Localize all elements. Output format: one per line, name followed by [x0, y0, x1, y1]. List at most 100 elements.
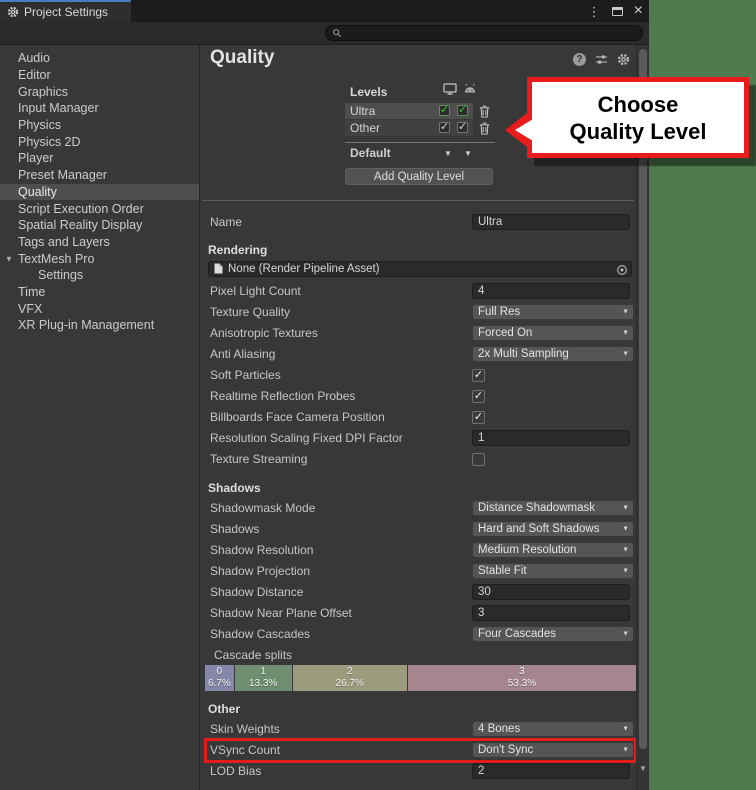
shadowmask-mode-dropdown[interactable]: Distance Shadowmask ▼ [472, 500, 634, 516]
cascade-segment-2[interactable]: 2 26.7% [292, 664, 407, 691]
shadow-distance-field[interactable] [472, 584, 630, 600]
callout-line-2: Quality Level [569, 118, 707, 144]
sidebar-item-player[interactable]: Player [0, 150, 199, 167]
shadow-projection-dropdown[interactable]: Stable Fit ▼ [472, 563, 634, 579]
presets-icon[interactable] [595, 54, 608, 65]
help-icon[interactable]: ? [573, 53, 586, 66]
setting-label: LOD Bias [210, 764, 262, 778]
sidebar-item-graphics[interactable]: Graphics [0, 83, 199, 100]
render-pipeline-object-field[interactable]: None (Render Pipeline Asset) [208, 260, 632, 277]
sidebar-item-script-execution-order[interactable]: Script Execution Order [0, 200, 199, 217]
scroll-down-arrow-icon[interactable]: ▼ [637, 764, 649, 773]
sidebar-item-spatial-reality-display[interactable]: Spatial Reality Display [0, 217, 199, 234]
section-header-shadows: Shadows [208, 480, 261, 495]
android-icon[interactable] [463, 83, 477, 94]
sidebar-item-input-manager[interactable]: Input Manager [0, 100, 199, 117]
shadow-cascades-dropdown[interactable]: Four Cascades ▼ [472, 626, 634, 642]
search-input[interactable] [346, 27, 626, 39]
foldout-icon[interactable]: ▼ [5, 254, 15, 263]
texture-streaming-checkbox[interactable] [472, 452, 485, 466]
dropdown-value: Medium Resolution [478, 544, 577, 556]
settings-sidebar: Audio Editor Graphics Input Manager Phys… [0, 45, 200, 790]
sidebar-item-label: Physics [18, 118, 62, 133]
default-desktop-dropdown[interactable]: ▼ [444, 149, 452, 158]
settings-row-shadow-near-plane-offset: Shadow Near Plane Offset [200, 603, 636, 624]
level-desktop-checkbox[interactable]: ✓ [439, 105, 450, 116]
setting-label: Texture Quality [210, 305, 291, 319]
level-desktop-checkbox[interactable]: ✓ [439, 122, 450, 133]
kebab-menu-icon[interactable]: ⋮ [588, 5, 601, 18]
sidebar-item-label: Audio [18, 51, 50, 66]
desktop-icon[interactable] [443, 83, 457, 95]
section-header-rendering: Rendering [208, 243, 268, 257]
chevron-down-icon: ▼ [622, 308, 629, 316]
tab-project-settings[interactable]: Project Settings [0, 0, 131, 22]
setting-label: Billboards Face Camera Position [210, 410, 385, 424]
sidebar-item-textmesh-pro[interactable]: ▼ TextMesh Pro [0, 250, 199, 267]
sidebar-item-physics-2d[interactable]: Physics 2D [0, 133, 199, 150]
sidebar-item-editor[interactable]: Editor [0, 67, 199, 84]
settings-row-shadows: Shadows Hard and Soft Shadows ▼ [200, 519, 636, 540]
shadow-resolution-dropdown[interactable]: Medium Resolution ▼ [472, 542, 634, 558]
sidebar-item-physics[interactable]: Physics [0, 117, 199, 134]
settings-row-shadow-projection: Shadow Projection Stable Fit ▼ [200, 561, 636, 582]
close-icon[interactable]: × [634, 3, 643, 19]
sidebar-item-tags-and-layers[interactable]: Tags and Layers [0, 234, 199, 251]
setting-label: Shadowmask Mode [210, 501, 316, 515]
soft-particles-checkbox[interactable]: ✓ [472, 368, 485, 382]
trash-icon[interactable] [479, 105, 490, 118]
shadows-dropdown[interactable]: Hard and Soft Shadows ▼ [472, 521, 634, 537]
realtime-reflection-probes-checkbox[interactable]: ✓ [472, 389, 485, 403]
sidebar-item-vfx[interactable]: VFX [0, 300, 199, 317]
vsync-count-dropdown[interactable]: Don't Sync ▼ [472, 742, 634, 758]
sidebar-item-quality[interactable]: Quality [0, 183, 199, 201]
level-android-checkbox[interactable]: ✓ [457, 105, 468, 116]
sidebar-item-preset-manager[interactable]: Preset Manager [0, 167, 199, 184]
sidebar-item-label: Tags and Layers [18, 234, 110, 249]
cascade-segment-3[interactable]: 3 53.3% [407, 664, 636, 691]
sidebar-item-label: Settings [38, 268, 84, 283]
maximize-icon[interactable] [611, 6, 623, 16]
pixel-light-count-field[interactable] [472, 283, 630, 299]
cascade-splits-bar[interactable]: 0 6.7% 1 13.3% 2 26.7% 3 53.3% [205, 664, 636, 691]
cascade-segment-1[interactable]: 1 13.3% [234, 664, 292, 691]
sidebar-item-label: TextMesh Pro [18, 251, 95, 266]
sidebar-item-audio[interactable]: Audio [0, 50, 199, 67]
quality-level-row-other[interactable]: Other ✓ ✓ [345, 120, 495, 136]
add-quality-level-button[interactable]: Add Quality Level [345, 168, 493, 185]
settings-row-vsync-count: VSync Count Don't Sync ▼ [200, 737, 636, 763]
search-box[interactable] [325, 25, 643, 41]
sidebar-item-label: Input Manager [18, 101, 99, 116]
sidebar-item-time[interactable]: Time [0, 284, 199, 301]
setting-label: Shadows [210, 522, 260, 536]
anti-aliasing-dropdown[interactable]: 2x Multi Sampling ▼ [472, 346, 634, 362]
default-android-dropdown[interactable]: ▼ [464, 149, 472, 158]
setting-label: Resolution Scaling Fixed DPI Factor [210, 431, 403, 445]
section-header-other: Other [208, 701, 241, 716]
quality-level-row-ultra[interactable]: Ultra ✓ ✓ [345, 103, 495, 119]
level-android-checkbox[interactable]: ✓ [457, 122, 468, 133]
skin-weights-dropdown[interactable]: 4 Bones ▼ [472, 721, 634, 737]
texture-quality-dropdown[interactable]: Full Res ▼ [472, 304, 634, 320]
object-picker-icon[interactable] [616, 264, 628, 276]
lod-bias-field[interactable] [472, 763, 630, 779]
cascade-segment-0[interactable]: 0 6.7% [205, 664, 234, 691]
billboards-face-camera-position-checkbox[interactable]: ✓ [472, 410, 485, 424]
name-field[interactable] [472, 213, 630, 230]
settings-gear-icon[interactable] [617, 53, 630, 66]
settings-row-shadowmask-mode: Shadowmask Mode Distance Shadowmask ▼ [200, 498, 636, 519]
trash-icon[interactable] [479, 122, 490, 135]
settings-row-shadow-cascades: Shadow Cascades Four Cascades ▼ [200, 624, 636, 645]
anisotropic-textures-dropdown[interactable]: Forced On ▼ [472, 325, 634, 341]
setting-label: Name [210, 214, 243, 229]
shadow-near-plane-offset-field[interactable] [472, 605, 630, 621]
sidebar-item-settings[interactable]: Settings [0, 267, 199, 284]
levels-divider [345, 142, 495, 143]
settings-row-shadow-distance: Shadow Distance [200, 582, 636, 603]
resolution-scaling-fixed-dpi-factor-field[interactable] [472, 430, 630, 446]
sidebar-item-label: Player [18, 151, 54, 166]
sidebar-item-label: Graphics [18, 84, 69, 99]
dropdown-value: Four Cascades [478, 628, 556, 640]
settings-row-shadow-resolution: Shadow Resolution Medium Resolution ▼ [200, 540, 636, 561]
sidebar-item-xr-plug-in-management[interactable]: XR Plug-in Management [0, 317, 199, 334]
